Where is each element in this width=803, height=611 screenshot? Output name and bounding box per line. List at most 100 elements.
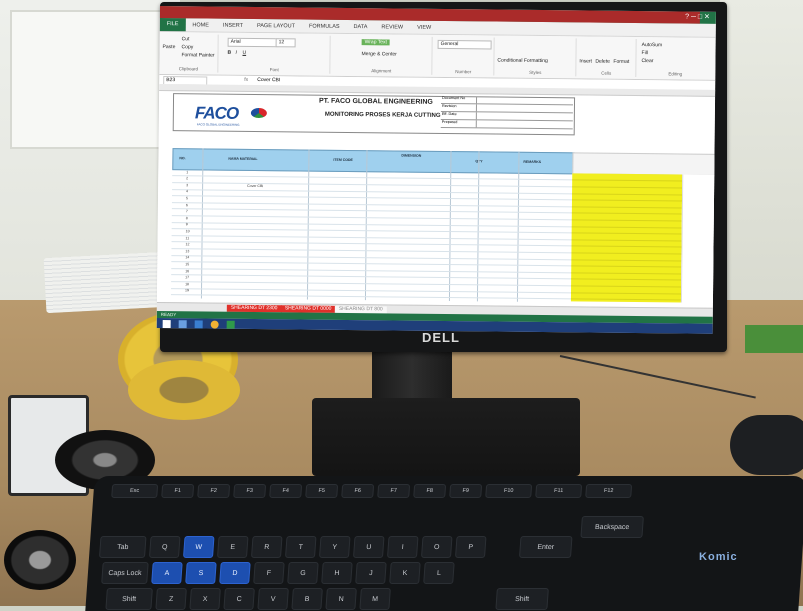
fn-f11-key[interactable]: F11 [535,484,583,498]
start-icon[interactable] [162,320,171,329]
row-number: 2 [186,176,189,181]
fn-f1-key[interactable]: F1 [161,484,195,498]
kb-x-key[interactable]: X [189,588,221,610]
bold-button[interactable]: B [227,50,231,56]
fn-f5-key[interactable]: F5 [305,484,339,498]
delete-cells-button[interactable]: Delete [595,59,610,65]
keyboard-brand: Komic [699,551,738,563]
merge-center-button[interactable]: Merge & Center [361,51,396,57]
kb-b-key[interactable]: B [291,588,323,610]
tab-formulas[interactable]: FORMULAS [302,23,347,29]
fn-f6-key[interactable]: F6 [341,484,375,498]
format-painter-button[interactable]: Format Painter [181,52,214,58]
fn-f9-key[interactable]: F9 [449,484,483,498]
kb-caps-lock-key[interactable]: Caps Lock [101,562,149,584]
kb-o-key[interactable]: O [420,536,453,558]
kb-t-key[interactable]: T [284,536,317,558]
paper-stack [43,251,167,314]
kb-e-key[interactable]: E [216,536,249,558]
kb-y-key[interactable]: Y [318,536,351,558]
computer-mouse[interactable] [730,415,803,475]
conditional-formatting-button[interactable]: Conditional Formatting [497,58,547,65]
fn-f4-key[interactable]: F4 [269,484,303,498]
font-size-select[interactable]: 12 [275,38,296,48]
kb-f-key[interactable]: F [253,562,285,584]
kb-w-key[interactable]: W [182,536,215,558]
formula-input[interactable]: Cover CBI [257,77,280,83]
clear-button[interactable]: Clear [641,58,653,64]
underline-button[interactable]: U [242,50,246,56]
chrome-icon[interactable] [210,320,219,329]
file-explorer-icon[interactable] [178,320,187,329]
wrap-text-button[interactable]: Wrap Text [361,39,390,46]
kb-v-key[interactable]: V [257,588,289,610]
fn-f8-key[interactable]: F8 [413,484,447,498]
fn-f10-key[interactable]: F10 [485,484,533,498]
kb-shift-key[interactable]: Shift [105,588,153,610]
kb-u-key[interactable]: U [352,536,385,558]
kb-c-key[interactable]: C [223,588,255,610]
kb-s-key[interactable]: S [185,562,217,584]
kb-g-key[interactable]: G [287,562,319,584]
kb-q-key[interactable]: Q [148,536,181,558]
kb-p-key[interactable]: P [454,536,487,558]
kb-l-key[interactable]: L [423,562,455,584]
fn-esc-key[interactable]: Esc [111,484,159,498]
font-name-select[interactable]: Arial [227,37,279,48]
cut-button[interactable]: Cut [182,36,190,42]
fn-f3-key[interactable]: F3 [233,484,267,498]
keyboard[interactable]: Esc F1 F2 F3 F4 F5 F6 F7 F8 F9 F10 F11 F12 Backspace… [85,476,803,611]
fx-icon[interactable]: fx [244,77,248,83]
kb-k-key[interactable]: K [389,562,421,584]
row-number: 8 [185,215,188,220]
worksheet[interactable]: FACO FACO GLOBAL ENGINEERING PT. FACO GL… [156,83,716,308]
tab-view[interactable]: VIEW [410,24,438,30]
kb-h-key[interactable]: H [321,562,353,584]
monitor-brand: DELL [422,330,460,345]
kb-m-key[interactable]: M [359,588,391,610]
kb-j-key[interactable]: J [355,562,387,584]
fn-f7-key[interactable]: F7 [377,484,411,498]
kb-a-key[interactable]: A [151,562,183,584]
kb-d-key[interactable]: D [219,562,251,584]
right-shift-key[interactable]: Shift [495,588,549,610]
italic-button[interactable]: I [235,50,236,56]
enter-row: Enter [518,536,573,558]
fn-f2-key[interactable]: F2 [197,484,231,498]
window-controls[interactable]: ? ─ □ ✕ [685,12,710,20]
format-cells-button[interactable]: Format [613,59,629,65]
tab-review[interactable]: REVIEW [374,24,410,30]
yellow-row[interactable] [570,292,682,301]
tab-data[interactable]: DATA [347,23,375,30]
right-shift-row: Shift [495,588,549,610]
kb-r-key[interactable]: R [250,536,283,558]
row-number: 4 [186,189,189,194]
group-label: Alignment [371,68,392,74]
enter-key[interactable]: Enter [518,536,573,558]
number-format-select[interactable]: General [437,39,492,50]
shift-row: Shift Z X C V B N M [105,588,391,610]
kb-i-key[interactable]: I [386,536,419,558]
fn-f12-key[interactable]: F12 [585,484,633,498]
outlook-icon[interactable] [194,320,203,329]
material-name-cell[interactable]: Cover CBI [247,184,263,188]
kb-n-key[interactable]: N [325,588,357,610]
backspace-key[interactable]: Backspace [580,516,644,538]
row-number: 5 [185,196,188,201]
paste-button[interactable]: Paste [163,44,176,50]
kb-tab-key[interactable]: Tab [98,536,147,558]
tab-file[interactable]: FILE [159,17,186,32]
kb-z-key[interactable]: Z [155,588,187,610]
tab-page-layout[interactable]: PAGE LAYOUT [250,22,302,29]
tab-insert[interactable]: INSERT [216,22,250,28]
excel-taskbar-icon[interactable] [226,320,235,329]
table-body[interactable]: 1 2 3 Cover CBI 4 5 6 7 8 9 10 11 12 13 14 15 16 17 18 19 [170,169,573,301]
insert-cells-button[interactable]: Insert [579,58,592,64]
copy-button[interactable]: Copy [182,44,194,50]
ribbon: Paste Cut Copy Format Painter Clipboard … [159,31,716,81]
row-number: 15 [185,262,190,267]
yellow-data-block[interactable] [570,173,683,303]
autosum-button[interactable]: AutoSum [642,42,663,48]
fill-button[interactable]: Fill [642,50,648,56]
tab-home[interactable]: HOME [185,22,216,28]
